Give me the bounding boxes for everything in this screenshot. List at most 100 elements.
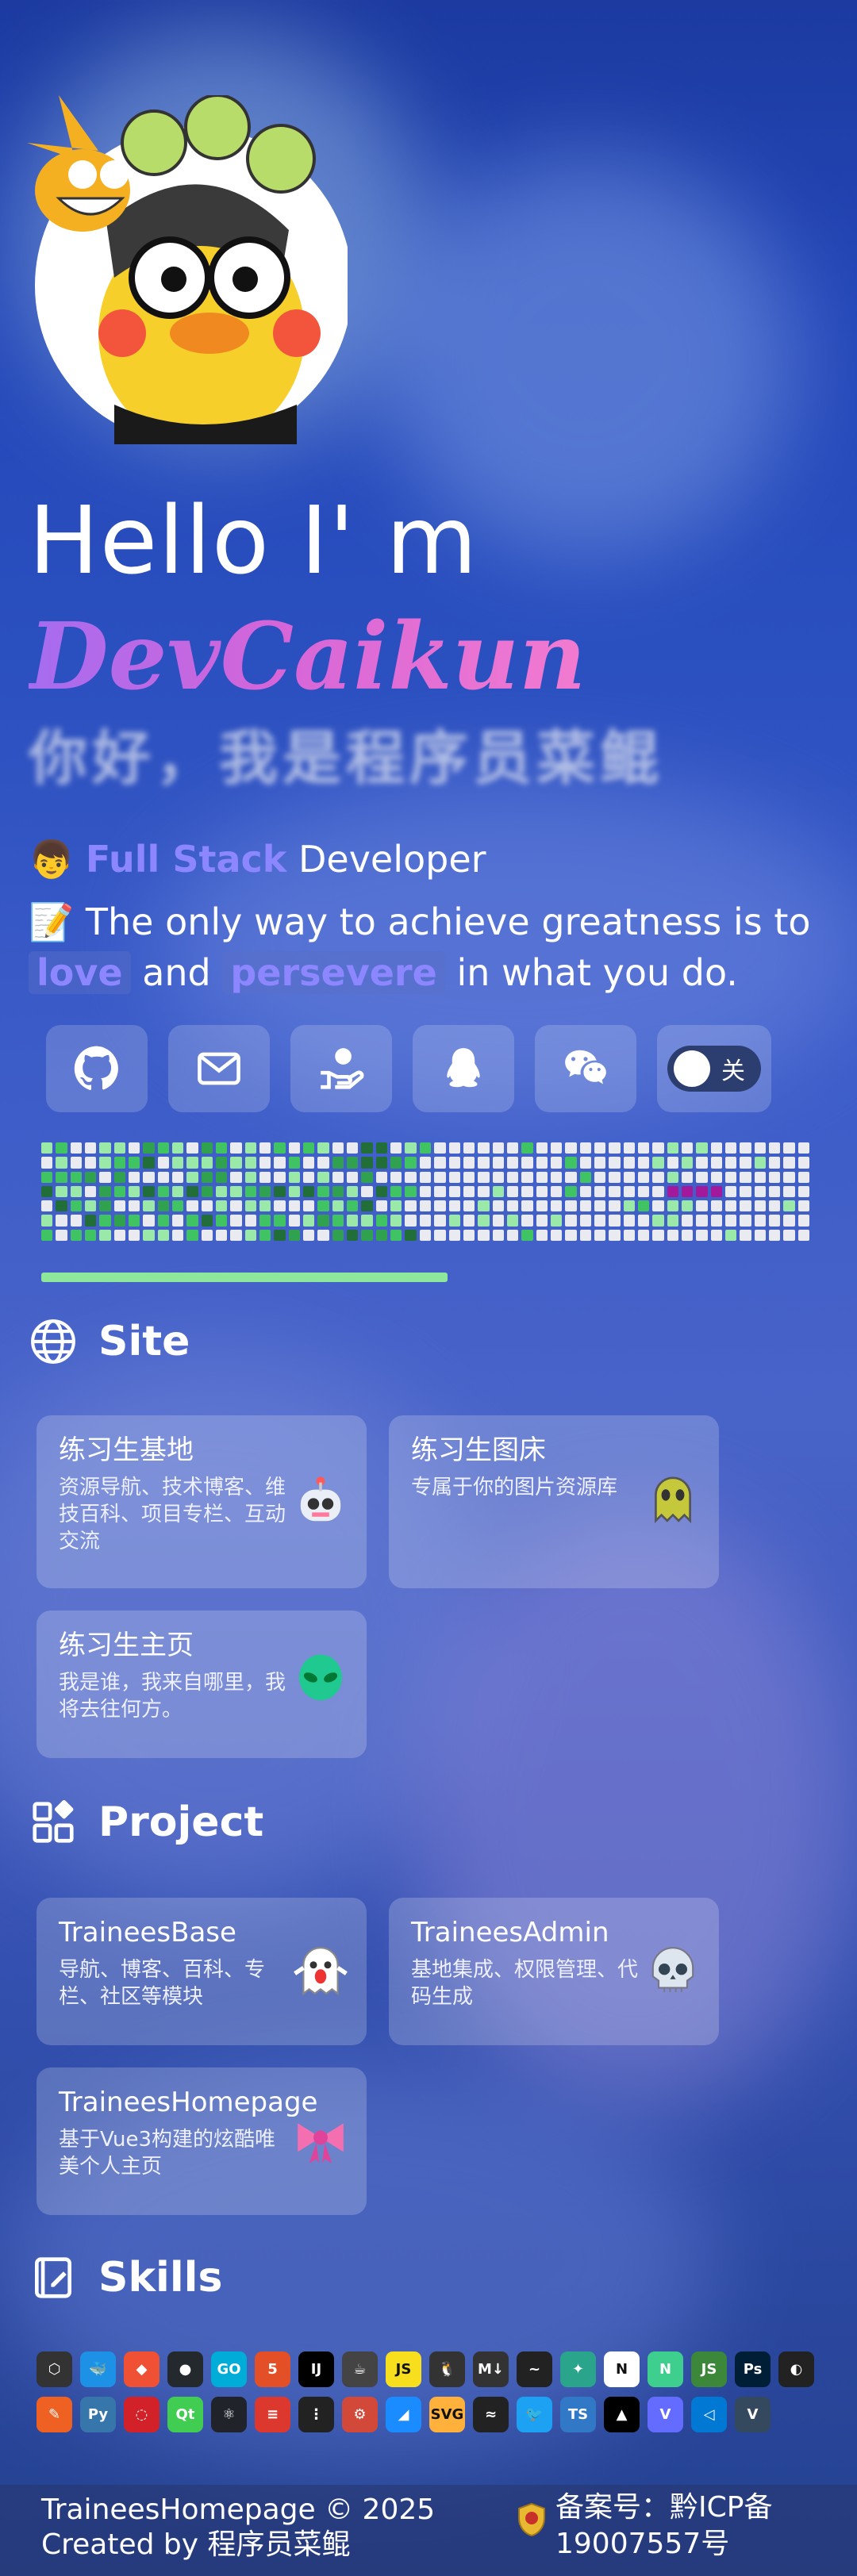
contribution-cell bbox=[565, 1200, 577, 1212]
skill-icon: 🐦 bbox=[517, 2397, 552, 2432]
skill-icon: ◌ bbox=[124, 2397, 159, 2432]
skill-icon: ≈ bbox=[473, 2397, 509, 2432]
skill-icon: ⚛ bbox=[211, 2397, 247, 2432]
github-button[interactable] bbox=[46, 1025, 148, 1112]
contribution-cell bbox=[288, 1157, 301, 1169]
project-card[interactable]: TraineesBase 导航、博客、百科、专栏、社区等模块 bbox=[37, 1898, 367, 2045]
contribution-cell bbox=[667, 1200, 678, 1212]
theme-toggle[interactable]: 关 bbox=[657, 1025, 771, 1112]
donate-button[interactable] bbox=[290, 1025, 392, 1112]
contribution-cell bbox=[230, 1142, 242, 1154]
contribution-cell bbox=[419, 1185, 432, 1198]
contribution-cell bbox=[56, 1171, 67, 1183]
contribution-cell bbox=[375, 1215, 388, 1227]
contribution-cell bbox=[375, 1171, 388, 1183]
skill-icon: TS bbox=[560, 2397, 596, 2432]
contribution-cell bbox=[783, 1215, 795, 1227]
mail-button[interactable] bbox=[168, 1025, 270, 1112]
contribution-cell bbox=[768, 1200, 781, 1212]
contribution-cell bbox=[332, 1229, 344, 1241]
contribution-cell bbox=[216, 1229, 228, 1241]
role-rest: Developer bbox=[298, 838, 486, 881]
contribution-cell bbox=[70, 1157, 83, 1169]
contribution-cell bbox=[550, 1200, 563, 1212]
contribution-cell bbox=[113, 1229, 126, 1241]
site-card[interactable]: 练习生图床 专属于你的图片资源库 bbox=[389, 1415, 719, 1588]
contribution-cell bbox=[463, 1215, 475, 1227]
site-card[interactable]: 练习生主页 我是谁，我来自哪里，我将去往何方。 bbox=[37, 1610, 367, 1758]
contribution-cell bbox=[768, 1142, 781, 1154]
contribution-cell bbox=[172, 1185, 184, 1198]
brand-name: DevCaikun bbox=[29, 603, 586, 711]
skill-icon: JS bbox=[691, 2351, 727, 2387]
social-bar: 关 bbox=[46, 1025, 771, 1112]
skill-icon: 🐳 bbox=[80, 2351, 116, 2387]
contribution-cell bbox=[623, 1171, 635, 1183]
contribution-cell bbox=[303, 1171, 315, 1183]
contribution-cell bbox=[696, 1215, 708, 1227]
contribution-cell bbox=[536, 1229, 548, 1241]
contribution-cell bbox=[230, 1171, 242, 1183]
footer-right[interactable]: 备案号：黔ICP备 19007557号 bbox=[555, 2490, 772, 2563]
project-card[interactable]: TraineesHomepage 基于Vue3构建的炫酷唯美个人主页 bbox=[37, 2067, 367, 2215]
section-skills-label: Skills bbox=[98, 2254, 223, 2302]
card-title: 练习生基地 bbox=[59, 1434, 194, 1466]
icp-line-1[interactable]: 备案号：黔ICP备 bbox=[555, 2490, 772, 2526]
contribution-cell bbox=[230, 1157, 242, 1169]
contribution-cell bbox=[259, 1185, 271, 1198]
qq-button[interactable] bbox=[413, 1025, 514, 1112]
contribution-cell bbox=[521, 1171, 533, 1183]
contribution-cell bbox=[623, 1142, 635, 1154]
contribution-cell bbox=[492, 1185, 504, 1198]
contribution-cell bbox=[579, 1142, 591, 1154]
contribution-cell bbox=[754, 1200, 766, 1212]
greeting-title: Hello I' m bbox=[29, 486, 478, 595]
footer: TraineesHomepage © 2025 Created by 程序员菜鲲… bbox=[0, 2485, 857, 2576]
contribution-cell bbox=[448, 1171, 460, 1183]
contribution-cell bbox=[85, 1142, 97, 1154]
project-card[interactable]: TraineesAdmin 基地集成、权限管理、代码生成 bbox=[389, 1898, 719, 2045]
skill-icon: Ps bbox=[735, 2351, 771, 2387]
contribution-cell bbox=[303, 1215, 315, 1227]
skill-icon: ☕ bbox=[342, 2351, 378, 2387]
contribution-cell bbox=[463, 1171, 475, 1183]
contribution-cell bbox=[681, 1157, 694, 1169]
contribution-cell bbox=[506, 1142, 519, 1154]
contribution-cell bbox=[317, 1142, 329, 1154]
contribution-cell bbox=[332, 1185, 344, 1198]
contribution-cell bbox=[637, 1229, 650, 1241]
site-card[interactable]: 练习生基地 资源导航、技术博客、维技百科、项目专栏、互动交流 bbox=[37, 1415, 367, 1588]
skill-icon: V bbox=[735, 2397, 771, 2432]
contribution-cell bbox=[565, 1185, 577, 1198]
contribution-cell bbox=[448, 1200, 460, 1212]
toggle-pill: 关 bbox=[667, 1046, 761, 1092]
contribution-cell bbox=[754, 1229, 766, 1241]
contribution-cell bbox=[506, 1229, 519, 1241]
card-desc: 导航、博客、百科、专栏、社区等模块 bbox=[59, 1958, 266, 2009]
contribution-cell bbox=[157, 1200, 170, 1212]
contribution-cell bbox=[696, 1200, 708, 1212]
contribution-cell bbox=[303, 1229, 315, 1241]
contribution-cell bbox=[740, 1157, 751, 1169]
contribution-cell bbox=[157, 1215, 170, 1227]
contribution-cell bbox=[186, 1171, 198, 1183]
contribution-cell bbox=[768, 1215, 781, 1227]
contribution-cell bbox=[521, 1229, 533, 1241]
contribution-cell bbox=[667, 1215, 678, 1227]
quote-start: The only way to achieve greatness is to bbox=[85, 900, 811, 943]
contribution-cell bbox=[550, 1185, 563, 1198]
contribution-cell bbox=[99, 1215, 111, 1227]
contribution-cell bbox=[56, 1185, 67, 1198]
contribution-cell bbox=[244, 1215, 257, 1227]
contribution-cell bbox=[201, 1157, 213, 1169]
icp-line-2[interactable]: 19007557号 bbox=[555, 2526, 772, 2563]
contribution-cell bbox=[143, 1215, 155, 1227]
contribution-cell bbox=[710, 1229, 722, 1241]
contribution-cell bbox=[434, 1229, 446, 1241]
contribution-cell bbox=[463, 1200, 475, 1212]
contribution-cell bbox=[216, 1185, 228, 1198]
wechat-button[interactable] bbox=[535, 1025, 636, 1112]
contribution-cell bbox=[85, 1215, 97, 1227]
contribution-cell bbox=[361, 1142, 373, 1154]
contribution-cell bbox=[710, 1142, 722, 1154]
